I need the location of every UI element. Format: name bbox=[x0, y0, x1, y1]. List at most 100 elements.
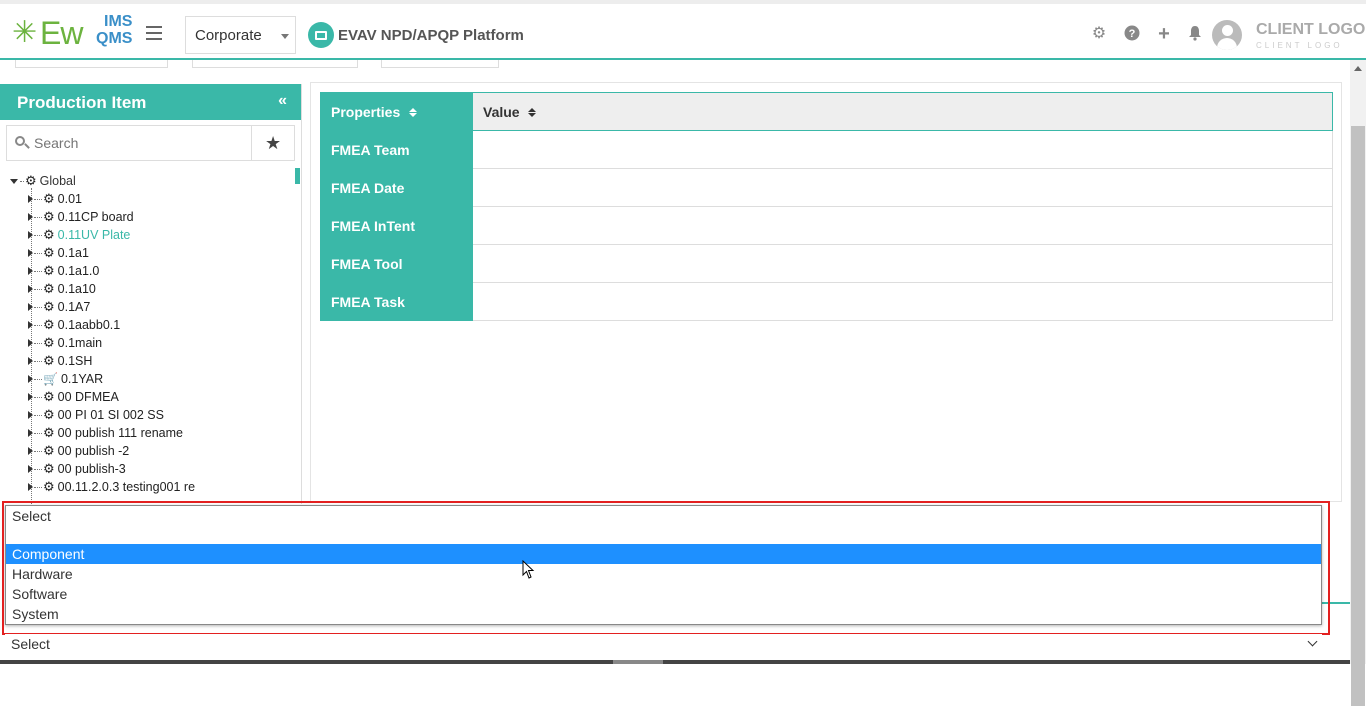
expand-caret-icon[interactable] bbox=[28, 249, 33, 257]
platform-title[interactable]: EVAV NPD/APQP Platform bbox=[308, 22, 524, 48]
properties-column-header[interactable]: Properties bbox=[320, 92, 473, 131]
sort-icon[interactable] bbox=[528, 108, 537, 118]
tree-root[interactable]: ⚙ Global bbox=[10, 172, 76, 190]
expand-caret-icon[interactable] bbox=[28, 267, 33, 275]
tree-item[interactable]: ⚙ 00 publish 111 rename bbox=[28, 424, 183, 442]
bell-icon[interactable] bbox=[1186, 25, 1204, 43]
tree-item[interactable]: ⚙ 00 DFMEA bbox=[28, 388, 119, 406]
gear-icon: ⚙ bbox=[43, 209, 55, 224]
tree-item[interactable]: ⚙ 0.1main bbox=[28, 334, 102, 352]
expand-caret-icon[interactable] bbox=[28, 339, 33, 347]
tree-connector bbox=[34, 198, 42, 200]
app-logo[interactable]: ✳ Ew IMS QMS bbox=[12, 13, 133, 51]
tree-item-label: 0.1a1 bbox=[57, 246, 89, 260]
search-input[interactable] bbox=[34, 135, 234, 151]
tree-item[interactable]: ⚙ 0.1aabb0.1 bbox=[28, 316, 120, 334]
expand-caret-icon[interactable] bbox=[28, 357, 33, 365]
user-avatar[interactable] bbox=[1212, 20, 1242, 50]
expand-caret-icon[interactable] bbox=[28, 483, 33, 491]
property-value[interactable] bbox=[472, 282, 1333, 321]
tree-item[interactable]: ⚙ 0.1SH bbox=[28, 352, 92, 370]
expand-caret-icon[interactable] bbox=[28, 375, 33, 383]
expand-caret-icon[interactable] bbox=[28, 285, 33, 293]
tree-item[interactable]: ⚙ 0.11UV Plate bbox=[28, 226, 130, 244]
tree-item[interactable]: ⚙ 00 PI 01 SI 002 SS bbox=[28, 406, 164, 424]
property-key: FMEA Team bbox=[320, 130, 473, 169]
tree-item[interactable]: ⚙ 00 publish -2 bbox=[28, 442, 129, 460]
sub-tab-3[interactable] bbox=[381, 60, 499, 68]
tree-item[interactable]: ⚙ 0.1a1 bbox=[28, 244, 89, 262]
caret-down-icon bbox=[281, 34, 289, 39]
tree-connector bbox=[34, 414, 42, 416]
company-select[interactable]: Corporate bbox=[185, 16, 296, 54]
gear-icon: ⚙ bbox=[43, 227, 55, 242]
tree-item-label: 0.11UV Plate bbox=[57, 228, 131, 242]
property-value[interactable] bbox=[472, 244, 1333, 283]
property-value[interactable] bbox=[472, 168, 1333, 207]
tree-item-label: 0.01 bbox=[57, 192, 82, 206]
tree-item-label: 00 PI 01 SI 002 SS bbox=[57, 408, 164, 422]
property-row: FMEA Tool bbox=[320, 244, 1333, 283]
search-icon bbox=[15, 136, 30, 150]
expand-caret-icon[interactable] bbox=[28, 195, 33, 203]
tree-item[interactable]: ⚙ 0.1a10 bbox=[28, 280, 96, 298]
tree-connector bbox=[34, 324, 42, 326]
gear-icon: ⚙ bbox=[25, 173, 37, 188]
tree-connector bbox=[34, 216, 42, 218]
tree-connector bbox=[34, 234, 42, 236]
scroll-up-icon[interactable] bbox=[1354, 66, 1362, 71]
tree-item[interactable]: ⚙ 00.11.2.0.3 testing001 re bbox=[28, 478, 195, 496]
sub-tab-strip bbox=[0, 60, 1350, 74]
add-icon[interactable]: + bbox=[1155, 24, 1173, 44]
expand-caret-icon[interactable] bbox=[28, 411, 33, 419]
type-select[interactable]: Select bbox=[5, 634, 1322, 656]
tree-item[interactable]: ⚙ 0.01 bbox=[28, 190, 82, 208]
expand-caret-icon[interactable] bbox=[28, 393, 33, 401]
logo-ims: IMS bbox=[104, 13, 133, 30]
tree-item[interactable]: ⚙ 0.1a1.0 bbox=[28, 262, 99, 280]
value-column-header[interactable]: Value bbox=[472, 92, 1333, 131]
properties-panel: Properties Value FMEA Team FMEA Date FMEA … bbox=[310, 82, 1342, 502]
logo-text: Ew bbox=[40, 15, 83, 51]
page-scrollbar[interactable] bbox=[1350, 60, 1366, 706]
property-value[interactable] bbox=[472, 130, 1333, 169]
tree-item[interactable]: ⚙ 00 publish-3 bbox=[28, 460, 126, 478]
expand-caret-icon[interactable] bbox=[28, 321, 33, 329]
search-box[interactable] bbox=[6, 125, 253, 161]
gear-icon: ⚙ bbox=[43, 407, 55, 422]
tree-item-label: 0.1SH bbox=[57, 354, 93, 368]
expand-caret-icon[interactable] bbox=[28, 303, 33, 311]
tree-item[interactable]: 🛒 0.1YAR bbox=[28, 370, 103, 388]
tree-item[interactable]: ⚙ 0.1A7 bbox=[28, 298, 90, 316]
sub-tab-2[interactable] bbox=[192, 60, 358, 68]
property-key: FMEA Tool bbox=[320, 244, 473, 283]
expand-caret-icon[interactable] bbox=[28, 429, 33, 437]
tree-connector bbox=[34, 306, 42, 308]
expand-caret-icon[interactable] bbox=[28, 447, 33, 455]
tree-connector bbox=[34, 378, 42, 380]
sub-tab-1[interactable] bbox=[15, 60, 168, 68]
gear-icon: ⚙ bbox=[43, 335, 55, 350]
sort-icon[interactable] bbox=[409, 108, 418, 118]
gear-icon: ⚙ bbox=[43, 245, 55, 260]
monitor-icon bbox=[308, 22, 334, 48]
top-bar: ✳ Ew IMS QMS Corporate EVAV NPD/APQP Pla… bbox=[0, 0, 1366, 60]
expand-caret-icon[interactable] bbox=[28, 213, 33, 221]
logo-star-icon: ✳ bbox=[12, 16, 38, 49]
scrollbar-thumb[interactable] bbox=[1351, 126, 1365, 706]
favorites-star-icon[interactable]: ★ bbox=[252, 125, 295, 161]
menu-toggle-icon[interactable] bbox=[146, 26, 162, 40]
help-icon[interactable]: ? bbox=[1123, 25, 1141, 43]
gear-icon: ⚙ bbox=[43, 425, 55, 440]
tree-connector bbox=[34, 342, 42, 344]
collapse-panel-icon[interactable]: « bbox=[278, 92, 287, 110]
expand-caret-icon[interactable] bbox=[28, 231, 33, 239]
gear-icon: ⚙ bbox=[43, 299, 55, 314]
property-value[interactable] bbox=[472, 206, 1333, 245]
expand-caret-icon[interactable] bbox=[10, 178, 18, 184]
settings-icon[interactable]: ⚙ bbox=[1090, 25, 1108, 43]
tree-item[interactable]: ⚙ 0.11CP board bbox=[28, 208, 134, 226]
properties-column-label: Properties bbox=[331, 103, 401, 120]
tree-scroll-indicator[interactable] bbox=[295, 168, 300, 184]
expand-caret-icon[interactable] bbox=[28, 465, 33, 473]
